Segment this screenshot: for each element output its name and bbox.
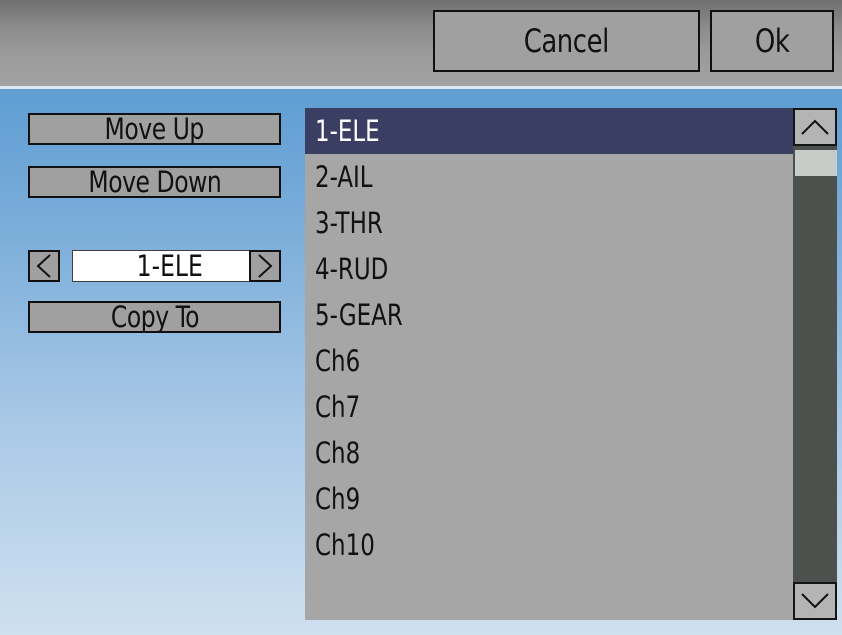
- move-down-button[interactable]: Move Down: [28, 166, 281, 198]
- chevron-up-icon: [801, 119, 829, 135]
- list-item[interactable]: Ch7: [305, 384, 793, 430]
- list-item-label: 3-THR: [315, 206, 383, 240]
- cancel-button-label: Cancel: [523, 22, 610, 60]
- list-item[interactable]: 3-THR: [305, 200, 793, 246]
- list-item-label: 1-ELE: [315, 114, 380, 148]
- selector-value-text: 1-ELE: [136, 249, 204, 283]
- copy-to-button[interactable]: Copy To: [28, 301, 281, 333]
- list-item-label: Ch6: [315, 344, 361, 378]
- title-bar: Cancel Ok: [0, 0, 842, 86]
- selector-next-button[interactable]: [249, 250, 281, 282]
- scroll-down-button[interactable]: [793, 582, 837, 620]
- list-item[interactable]: 4-RUD: [305, 246, 793, 292]
- move-down-label: Move Down: [88, 164, 221, 199]
- move-up-label: Move Up: [104, 111, 205, 146]
- selector-previous-button[interactable]: [28, 250, 60, 282]
- list-item[interactable]: 2-AIL: [305, 154, 793, 200]
- reorder-channels-screen: Cancel Ok Move Up Move Down 1-ELE Copy T…: [0, 0, 842, 635]
- channel-selector: 1-ELE: [28, 249, 281, 283]
- list-item[interactable]: 5-GEAR: [305, 292, 793, 338]
- list-item[interactable]: Ch6: [305, 338, 793, 384]
- scroll-thumb[interactable]: [795, 150, 837, 176]
- scroll-up-button[interactable]: [793, 108, 837, 146]
- chevron-right-icon: [258, 254, 273, 278]
- list-scrollbar[interactable]: [793, 108, 837, 620]
- channel-list: 1-ELE 2-AIL 3-THR 4-RUD 5-GEAR Ch6 Ch7 C…: [305, 108, 793, 620]
- chevron-left-icon: [36, 254, 51, 278]
- list-item-label: Ch7: [315, 390, 361, 424]
- cancel-button[interactable]: Cancel: [433, 10, 700, 72]
- list-item-label: 5-GEAR: [315, 298, 403, 332]
- list-item[interactable]: Ch8: [305, 430, 793, 476]
- list-item-label: 4-RUD: [315, 252, 389, 286]
- chevron-down-icon: [801, 593, 829, 609]
- selector-value[interactable]: 1-ELE: [72, 249, 268, 283]
- list-item-label: Ch10: [315, 528, 375, 562]
- list-item[interactable]: Ch10: [305, 522, 793, 568]
- move-up-button[interactable]: Move Up: [28, 113, 281, 145]
- title-bar-divider: [0, 86, 842, 89]
- list-item-label: Ch8: [315, 436, 361, 470]
- ok-button[interactable]: Ok: [710, 10, 834, 72]
- ok-button-label: Ok: [754, 22, 790, 60]
- copy-to-label: Copy To: [110, 299, 199, 334]
- list-item-label: Ch9: [315, 482, 361, 516]
- list-item[interactable]: 1-ELE: [305, 108, 793, 154]
- list-item[interactable]: Ch9: [305, 476, 793, 522]
- list-item-label: 2-AIL: [315, 160, 373, 194]
